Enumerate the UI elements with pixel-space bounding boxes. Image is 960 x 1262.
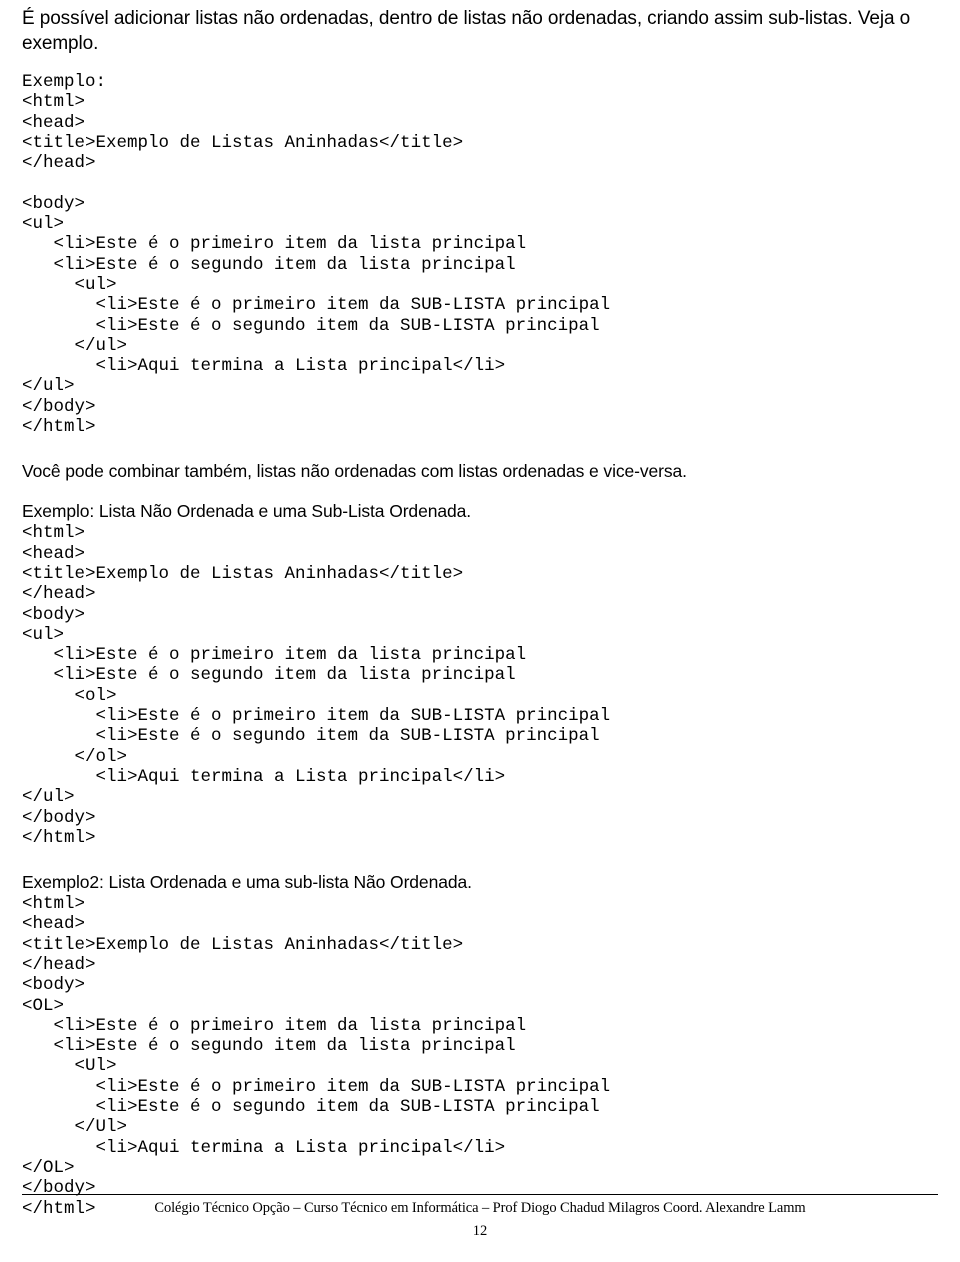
section1-label: Exemplo: bbox=[22, 72, 107, 92]
document-page: É possível adicionar listas não ordenada… bbox=[0, 0, 960, 1262]
section2-label: Exemplo: Lista Não Ordenada e uma Sub-Li… bbox=[22, 501, 471, 522]
intro-paragraph: É possível adicionar listas não ordenada… bbox=[22, 8, 911, 54]
section1-code-block: <html> <head> <title>Exemplo de Listas A… bbox=[22, 92, 611, 438]
footer-divider bbox=[22, 1194, 938, 1195]
section3-code-block: <html> <head> <title>Exemplo de Listas A… bbox=[22, 894, 611, 1219]
page-number: 12 bbox=[472, 1223, 488, 1239]
paragraph-2: Você pode combinar também, listas não or… bbox=[22, 461, 687, 482]
section2-code-block: <html> <head> <title>Exemplo de Listas A… bbox=[22, 523, 611, 848]
footer-text: Colégio Técnico Opção – Curso Técnico em… bbox=[154, 1200, 806, 1216]
section3-label: Exemplo2: Lista Ordenada e uma sub-lista… bbox=[22, 872, 472, 893]
page-footer: Colégio Técnico Opção – Curso Técnico em… bbox=[22, 1194, 938, 1240]
